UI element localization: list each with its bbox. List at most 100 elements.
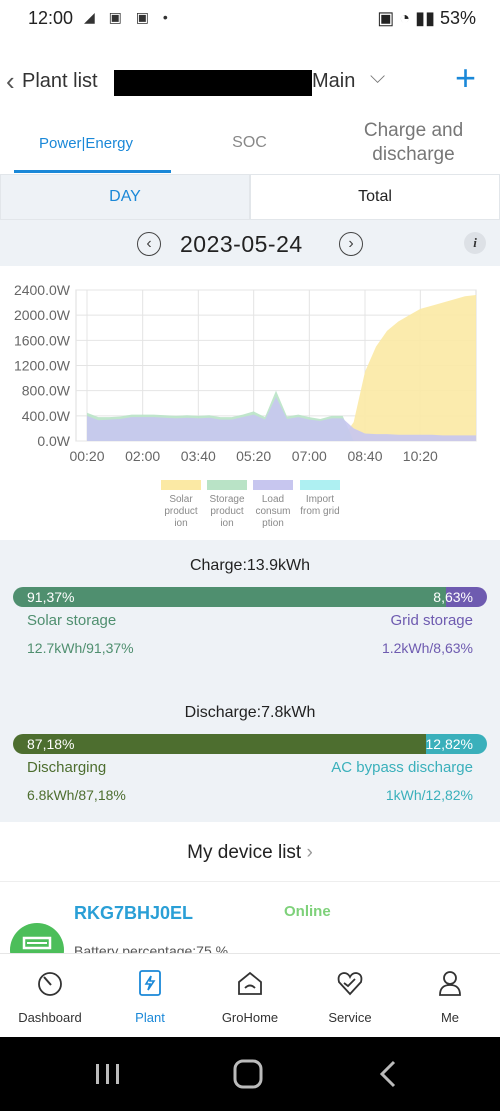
battery-device-icon <box>10 923 64 953</box>
plant-icon <box>139 970 161 996</box>
view-tabs: Power|Energy SOC Charge and discharge <box>0 114 500 174</box>
y-tick-label: 2000.0W <box>14 307 71 323</box>
y-tick-label: 1200.0W <box>14 358 71 374</box>
discharge-battery-segment: 87,18% <box>13 734 427 754</box>
charge-right-label: Grid storage <box>390 612 473 629</box>
tab-power-energy[interactable]: Power|Energy <box>0 114 172 172</box>
redacted-plant-prefix <box>114 70 312 96</box>
previous-day-icon[interactable]: ‹ <box>137 232 161 256</box>
y-tick-label: 2400.0W <box>14 282 71 298</box>
discharge-left-label: Discharging <box>27 759 107 776</box>
home-button-icon[interactable] <box>233 1059 263 1089</box>
battery-percentage-text: Battery percentage:75 % <box>74 943 229 953</box>
x-tick-label: 10:20 <box>403 448 438 464</box>
y-tick-label: 0.0W <box>37 433 70 449</box>
device-card[interactable]: RKG7BHJ0EL Online Battery percentage:75 … <box>0 883 500 953</box>
legend-swatch <box>253 480 293 490</box>
legend-label: Import from grid <box>300 494 340 517</box>
discharge-bypass-segment: 12,82% <box>426 734 487 754</box>
chevron-right-icon: › <box>306 842 313 863</box>
y-tick-label: 800.0W <box>22 383 71 399</box>
next-day-icon[interactable]: › <box>339 232 363 256</box>
power-chart: 2400.0W 2000.0W 1600.0W 1200.0W 800.0W 400.0W… <box>0 268 500 540</box>
device-list-title[interactable]: My device list › <box>0 842 500 864</box>
plant-selector[interactable]: Main <box>312 70 355 93</box>
legend-swatch <box>161 480 201 490</box>
legend-item[interactable]: Load consum ption <box>253 480 293 530</box>
segment-day[interactable]: DAY <box>0 174 250 220</box>
nav-me-label: Me <box>440 1010 460 1025</box>
charge-discharge-panel: Charge:13.9kWh 91,37% 8,63% Solar storag… <box>0 540 500 822</box>
discharge-left-percent: 87,18% <box>27 736 75 752</box>
nav-dashboard-label: Dashboard <box>18 1010 82 1025</box>
status-time: 12:00 <box>28 8 74 28</box>
y-tick-label: 400.0W <box>22 408 71 424</box>
dashboard-icon <box>38 972 62 996</box>
legend-swatch <box>207 480 247 490</box>
home-icon <box>238 971 262 995</box>
x-tick-label: 00:20 <box>69 448 104 464</box>
device-status-badge: Online <box>284 903 331 920</box>
x-tick-label: 02:00 <box>125 448 160 464</box>
x-tick-label: 03:40 <box>181 448 216 464</box>
charge-left-label: Solar storage <box>27 612 117 629</box>
selected-date[interactable]: 2023-05-24 <box>180 231 303 258</box>
tab-soc[interactable]: SOC <box>172 114 327 172</box>
device-list-label: My device list <box>187 842 302 863</box>
period-switch: DAY Total <box>0 174 500 220</box>
date-bar: ‹ 2023-05-24 › i <box>0 220 500 266</box>
nav-dashboard[interactable]: Dashboard <box>0 954 100 1038</box>
nav-plant[interactable]: Plant <box>100 954 200 1038</box>
charge-solar-segment: 91,37% <box>13 587 447 607</box>
system-navigation-bar <box>0 1037 500 1111</box>
nav-me[interactable]: Me <box>400 954 500 1038</box>
device-serial[interactable]: RKG7BHJ0EL <box>74 903 193 924</box>
legend-label: Storage product ion <box>209 494 245 529</box>
power-chart-plot[interactable]: 2400.0W 2000.0W 1600.0W 1200.0W 800.0W 400.0W… <box>0 268 500 472</box>
plus-icon[interactable]: + <box>455 60 476 96</box>
charge-right-percent: 8,63% <box>433 589 473 605</box>
x-tick-label: 08:40 <box>347 448 382 464</box>
plant-list-back-link[interactable]: Plant list <box>22 70 98 93</box>
discharge-left-value: 6.8kWh/87,18% <box>27 787 126 803</box>
discharge-right-percent: 12,82% <box>425 736 473 752</box>
charge-ratio-bar: 91,37% 8,63% <box>13 587 487 607</box>
y-tick-label: 1600.0W <box>14 332 71 348</box>
status-system-indicators: ▣ ◔ ▮▮ 53% <box>377 8 476 28</box>
back-chevron-icon[interactable]: ‹ <box>6 66 15 97</box>
chevron-down-icon[interactable]: ⌵ <box>370 66 385 89</box>
profile-icon <box>439 971 461 996</box>
discharge-right-label: AC bypass discharge <box>331 759 473 776</box>
nav-service-label: Service <box>328 1010 372 1025</box>
device-list-header[interactable]: My device list › <box>0 822 500 882</box>
recent-apps-icon[interactable] <box>96 1064 119 1084</box>
legend-swatch <box>300 480 340 490</box>
x-tick-label: 07:00 <box>292 448 327 464</box>
status-bar: 12:00 ◢ ▣ ▣ • ▣ ◔ ▮▮ 53% <box>0 0 500 36</box>
legend-item[interactable]: Import from grid <box>300 480 340 518</box>
service-icon <box>337 972 363 996</box>
charge-title: Charge:13.9kWh <box>189 557 311 574</box>
nav-grohome[interactable]: GroHome <box>200 954 300 1038</box>
nav-service[interactable]: Service <box>300 954 400 1038</box>
legend-item[interactable]: Solar product ion <box>161 480 201 530</box>
discharge-right-value: 1kWh/12,82% <box>385 787 473 803</box>
app-header: ‹ Plant list Main ⌵ + <box>0 52 500 112</box>
legend-label: Load consum ption <box>255 494 291 529</box>
segment-total[interactable]: Total <box>250 174 500 220</box>
x-tick-label: 05:20 <box>236 448 271 464</box>
active-tab-indicator <box>14 170 171 173</box>
tab-charge-discharge[interactable]: Charge and discharge <box>327 114 500 172</box>
charge-right-value: 1.2kWh/8,63% <box>381 640 473 656</box>
nav-grohome-label: GroHome <box>221 1010 279 1025</box>
back-button-icon[interactable] <box>379 1060 396 1088</box>
nav-plant-label: Plant <box>135 1010 165 1025</box>
charge-left-value: 12.7kWh/91,37% <box>27 640 134 656</box>
legend-item[interactable]: Storage product ion <box>207 480 247 530</box>
info-icon[interactable]: i <box>464 232 486 254</box>
legend-label: Solar product ion <box>164 494 198 529</box>
status-notification-icons: ◢ ▣ ▣ • <box>84 9 173 25</box>
discharge-ratio-bar: 87,18% 12,82% <box>13 734 487 754</box>
charge-left-percent: 91,37% <box>27 589 75 605</box>
charge-grid-segment: 8,63% <box>433 587 487 607</box>
